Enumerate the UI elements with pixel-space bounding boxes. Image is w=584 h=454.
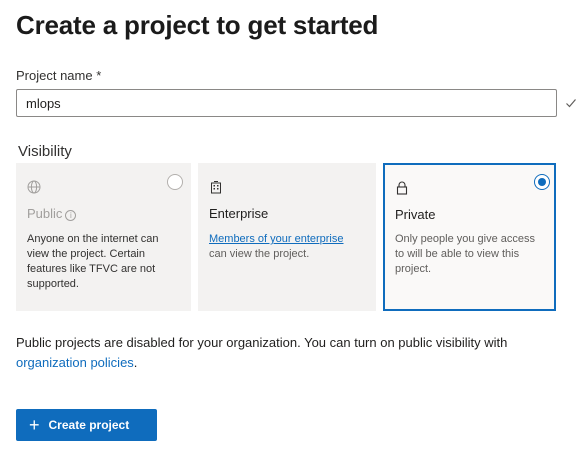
organization-policies-link[interactable]: organization policies [16,355,134,370]
public-disabled-notice: Public projects are disabled for your or… [16,333,566,373]
building-icon [211,181,221,194]
enterprise-title: Enterprise [209,206,269,221]
globe-icon [27,180,41,194]
project-name-input[interactable] [16,89,557,117]
notice-end: . [133,355,138,370]
private-radio[interactable] [534,174,550,190]
enterprise-description-rest: can view the project. [209,248,310,260]
visibility-label: Visibility [18,143,72,160]
public-title-text: Public [27,206,63,221]
lock-icon [396,181,408,195]
create-project-label: Create project [48,418,130,432]
visibility-option-private[interactable]: Private Only people you give access to w… [383,163,556,311]
enterprise-members-link[interactable]: Members of your enterprise [209,233,344,245]
plus-icon: + [29,415,40,435]
visibility-option-enterprise[interactable]: Enterprise Members of your enterprise ca… [198,163,376,311]
public-title: Public i [27,206,77,221]
public-description: Anyone on the internet can view the proj… [27,233,159,290]
notice-text: Public projects are disabled for your or… [16,335,508,350]
project-name-label: Project name * [16,68,102,83]
private-title: Private [395,207,436,222]
public-radio [167,174,183,190]
checkmark-icon [566,99,576,108]
enterprise-description: Members of your enterprise can view the … [209,232,361,262]
visibility-option-public: Public i Anyone on the internet can view … [16,163,191,311]
info-icon[interactable]: i [65,210,77,221]
page-title: Create a project to get started [16,10,379,40]
create-project-button[interactable]: + Create project [16,409,157,441]
private-description: Only people you give access to will be a… [395,233,536,275]
